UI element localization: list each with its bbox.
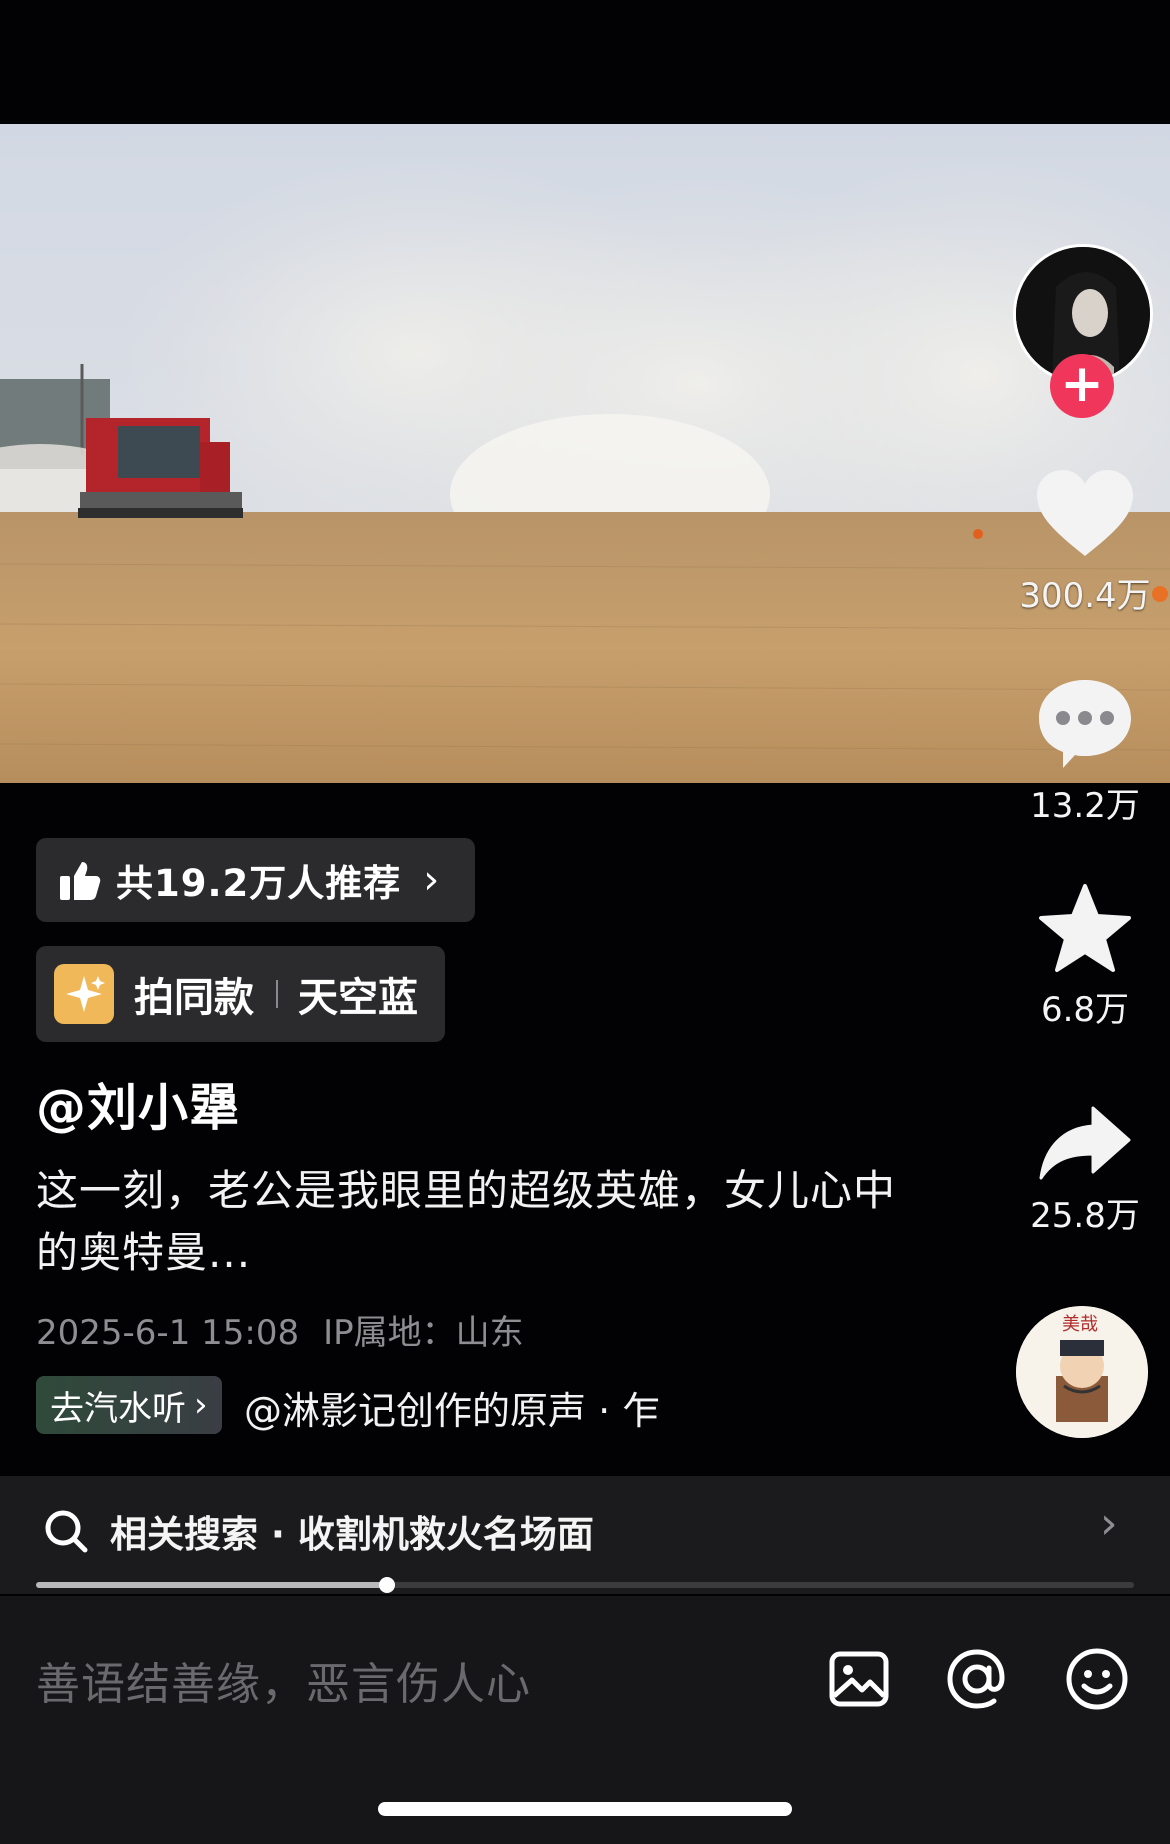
video-progress-bar[interactable] [36, 1577, 1134, 1593]
search-icon [45, 1510, 88, 1553]
share-count: 25.8万 [1030, 1196, 1140, 1236]
chevron-right-icon: › [1100, 1498, 1118, 1549]
music-title[interactable]: @淋影记创作的原声 · 乍 [244, 1380, 660, 1435]
heart-icon [1037, 470, 1133, 556]
favorite-count: 6.8万 [1040, 990, 1130, 1030]
like-count: 300.4万 [1019, 576, 1151, 616]
ip-location: IP属地：山东 [323, 1313, 524, 1353]
comment-count: 13.2万 [1030, 786, 1140, 826]
like-button[interactable]: 300.4万 [1010, 468, 1160, 617]
sparkle-icon [54, 964, 114, 1024]
same-style-label: 拍同款 [134, 975, 254, 1021]
recommend-label: 共19.2万人推荐 [116, 862, 402, 905]
chevron-right-icon: › [194, 1385, 208, 1425]
favorite-button[interactable]: 6.8万 [1010, 882, 1160, 1031]
post-caption[interactable]: 这一刻，老公是我眼里的超级英雄，女儿心中的奥特曼... [36, 1160, 896, 1284]
author-name[interactable]: @刘小犟 [36, 1068, 240, 1140]
related-search-label: 相关搜索 · 收割机救火名场面 [110, 1513, 594, 1556]
disc-calligraphy: 美哉 [1062, 1314, 1098, 1335]
author-avatar[interactable]: + [1013, 244, 1153, 418]
comment-bubble-icon [1039, 680, 1131, 768]
post-meta: 2025-6-1 15:08 IP属地：山东 [36, 1305, 548, 1354]
comment-bar: 善语结善缘，恶言伤人心 [0, 1596, 1170, 1844]
video-player[interactable] [0, 124, 1170, 783]
same-style-pill[interactable]: 拍同款 天空蓝 [36, 946, 445, 1042]
emoji-icon[interactable] [1064, 1646, 1130, 1712]
star-icon [1039, 884, 1131, 972]
share-arrow-icon [1039, 1106, 1131, 1180]
thumbs-up-icon [60, 862, 101, 900]
divider [276, 980, 278, 1008]
same-style-name: 天空蓝 [298, 975, 418, 1021]
share-button[interactable]: 25.8万 [1010, 1104, 1160, 1237]
mention-at-icon[interactable] [944, 1646, 1010, 1712]
post-date: 2025-6-1 15:08 [36, 1313, 300, 1353]
listen-label: 去汽水听 [50, 1388, 186, 1429]
listen-button[interactable]: 去汽水听 › [36, 1376, 222, 1434]
progress-fill [36, 1582, 388, 1588]
home-indicator[interactable] [378, 1802, 792, 1816]
follow-button[interactable]: + [1050, 354, 1114, 418]
progress-knob[interactable] [379, 1577, 396, 1593]
related-search-bar[interactable]: 相关搜索 · 收割机救火名场面 › [0, 1476, 1170, 1594]
comment-button[interactable]: 13.2万 [1010, 676, 1160, 827]
chevron-right-icon: › [423, 857, 440, 903]
image-icon[interactable] [826, 1646, 892, 1712]
recommend-pill[interactable]: 共19.2万人推荐 › [36, 838, 475, 922]
music-disc[interactable]: 美哉 [1016, 1306, 1148, 1438]
comment-input[interactable]: 善语结善缘，恶言伤人心 [36, 1648, 531, 1712]
